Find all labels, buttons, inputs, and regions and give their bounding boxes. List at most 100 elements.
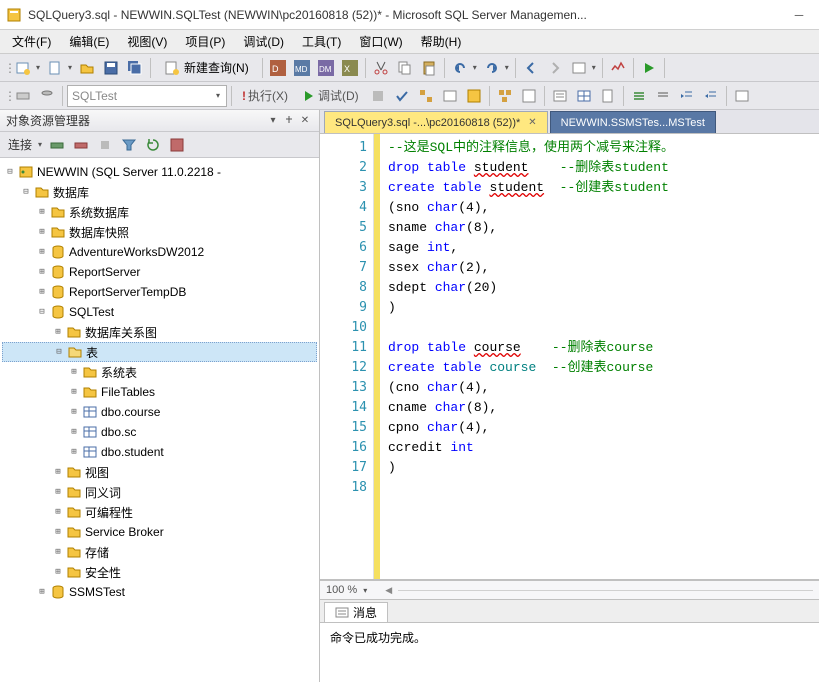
nav-fwd-button[interactable] <box>544 57 566 79</box>
folder-icon <box>66 464 82 480</box>
outdent-button[interactable] <box>700 85 722 107</box>
connect-label[interactable]: 连接 <box>4 136 36 153</box>
menu-debug[interactable]: 调试(D) <box>235 31 292 52</box>
indent-button[interactable] <box>676 85 698 107</box>
dropdown-icon[interactable]: ▾ <box>36 140 44 149</box>
close-icon[interactable]: ✕ <box>528 117 536 128</box>
connect-button[interactable] <box>46 134 68 156</box>
include-stats-button[interactable] <box>518 85 540 107</box>
add-file-button[interactable] <box>44 57 66 79</box>
panel-menu-button[interactable]: ▾ <box>265 113 281 129</box>
menu-project[interactable]: 项目(P) <box>177 31 233 52</box>
menu-help[interactable]: 帮助(H) <box>413 31 470 52</box>
tree-db-ssmstest[interactable]: ⊞SSMSTest <box>2 582 317 602</box>
tree-db-rstemp[interactable]: ⊞ReportServerTempDB <box>2 282 317 302</box>
dropdown-icon[interactable]: ▾ <box>34 63 42 72</box>
redo-button[interactable] <box>481 57 503 79</box>
tree-programmability[interactable]: ⊞可编程性 <box>2 502 317 522</box>
tab-ssmstest[interactable]: NEWWIN.SSMSTes...MSTest <box>550 111 716 133</box>
new-project-button[interactable] <box>12 57 34 79</box>
dmx-button[interactable]: DM <box>315 57 337 79</box>
tree-db-aw[interactable]: ⊞AdventureWorksDW2012 <box>2 242 317 262</box>
tree-databases[interactable]: ⊟数据库 <box>2 182 317 202</box>
tree-filetables[interactable]: ⊞FileTables <box>2 382 317 402</box>
dropdown-icon[interactable]: ▾ <box>471 63 479 72</box>
tree-db-snapshots[interactable]: ⊞数据库快照 <box>2 222 317 242</box>
paste-button[interactable] <box>418 57 440 79</box>
open-button[interactable] <box>76 57 98 79</box>
query-options-button[interactable] <box>439 85 461 107</box>
find-button[interactable] <box>568 57 590 79</box>
tree-views[interactable]: ⊞视图 <box>2 462 317 482</box>
mdx-button[interactable]: MD <box>291 57 313 79</box>
menu-file[interactable]: 文件(F) <box>4 31 59 52</box>
save-all-button[interactable] <box>124 57 146 79</box>
tab-sqlquery3[interactable]: SQLQuery3.sql -...\pc20160818 (52))* ✕ <box>324 111 548 133</box>
stop-action-button[interactable] <box>166 134 188 156</box>
connect-toolbar: 连接▾ <box>0 132 319 158</box>
dropdown-icon[interactable]: ▾ <box>590 63 598 72</box>
new-query-button[interactable]: 新建查询(N) <box>155 57 258 79</box>
panel-pin-button[interactable] <box>281 113 297 129</box>
scroll-left-icon[interactable]: ◀ <box>385 585 392 596</box>
change-connection-button[interactable] <box>12 85 34 107</box>
database-combo[interactable]: SQLTest ▾ <box>67 85 227 107</box>
menu-tools[interactable]: 工具(T) <box>294 31 349 52</box>
uncomment-button[interactable] <box>652 85 674 107</box>
cut-button[interactable] <box>370 57 392 79</box>
intellisense-button[interactable] <box>463 85 485 107</box>
copy-button[interactable] <box>394 57 416 79</box>
specify-values-button[interactable] <box>731 85 753 107</box>
tree-sys-tables[interactable]: ⊞系统表 <box>2 362 317 382</box>
chevron-down-icon[interactable]: ▾ <box>363 586 367 595</box>
tree-diagrams[interactable]: ⊞数据库关系图 <box>2 322 317 342</box>
stop-debug-button[interactable] <box>367 85 389 107</box>
tree-db-sqltest[interactable]: ⊟SQLTest <box>2 302 317 322</box>
tree-servicebroker[interactable]: ⊞Service Broker <box>2 522 317 542</box>
code-editor[interactable]: 123456789101112131415161718 --这是SQL中的注释信… <box>320 134 819 580</box>
tree-sys-databases[interactable]: ⊞系统数据库 <box>2 202 317 222</box>
parse-button[interactable] <box>391 85 413 107</box>
object-tree[interactable]: ⊟NEWWIN (SQL Server 11.0.2218 - ⊟数据库 ⊞系统… <box>0 158 319 682</box>
execute-button[interactable]: ! 执行(X) <box>236 87 294 104</box>
tree-table-course[interactable]: ⊞dbo.course <box>2 402 317 422</box>
results-text-button[interactable] <box>549 85 571 107</box>
dropdown-icon[interactable]: ▾ <box>66 63 74 72</box>
refresh-button[interactable] <box>142 134 164 156</box>
panel-close-button[interactable]: ✕ <box>297 113 313 129</box>
minimize-button[interactable]: ─ <box>785 5 813 25</box>
activity-button[interactable] <box>607 57 629 79</box>
include-plan-button[interactable] <box>494 85 516 107</box>
start-button[interactable] <box>638 57 660 79</box>
nav-back-button[interactable] <box>520 57 542 79</box>
results-grid-button[interactable] <box>573 85 595 107</box>
tree-tables[interactable]: ⊟表 <box>2 342 317 362</box>
filter-button[interactable] <box>118 134 140 156</box>
tree-storage[interactable]: ⊞存储 <box>2 542 317 562</box>
dropdown-icon[interactable]: ▾ <box>503 63 511 72</box>
menu-window[interactable]: 窗口(W) <box>351 31 410 52</box>
save-button[interactable] <box>100 57 122 79</box>
messages-tab[interactable]: 消息 <box>324 602 388 622</box>
folder-open-icon <box>67 344 83 360</box>
debug-button[interactable]: 调试(D) <box>296 87 365 104</box>
tree-db-rs[interactable]: ⊞ReportServer <box>2 262 317 282</box>
undo-button[interactable] <box>449 57 471 79</box>
tree-table-student[interactable]: ⊞dbo.student <box>2 442 317 462</box>
xmla-button[interactable]: X <box>339 57 361 79</box>
menu-view[interactable]: 视图(V) <box>119 31 175 52</box>
de-button[interactable]: D <box>267 57 289 79</box>
code-area[interactable]: --这是SQL中的注释信息，使用两个减号来注释。drop table stude… <box>380 134 819 579</box>
available-db-button[interactable] <box>36 85 58 107</box>
menu-edit[interactable]: 编辑(E) <box>61 31 117 52</box>
zoom-value[interactable]: 100 % <box>326 584 357 596</box>
tree-server[interactable]: ⊟NEWWIN (SQL Server 11.0.2218 - <box>2 162 317 182</box>
results-file-button[interactable] <box>597 85 619 107</box>
comment-button[interactable] <box>628 85 650 107</box>
tree-security[interactable]: ⊞安全性 <box>2 562 317 582</box>
stop-button[interactable] <box>94 134 116 156</box>
disconnect-button[interactable] <box>70 134 92 156</box>
tree-table-sc[interactable]: ⊞dbo.sc <box>2 422 317 442</box>
tree-synonyms[interactable]: ⊞同义词 <box>2 482 317 502</box>
estimated-plan-button[interactable] <box>415 85 437 107</box>
